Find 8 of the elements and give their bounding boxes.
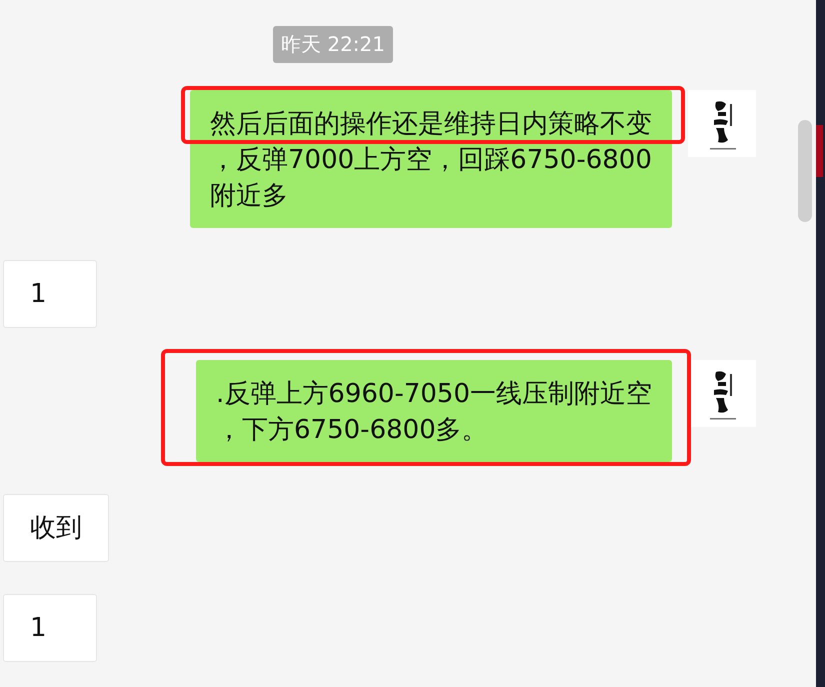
message-bubble: 1 — [3, 260, 97, 328]
timestamp: 昨天 22:21 — [273, 26, 393, 63]
message-bubble: 收到 — [3, 494, 109, 562]
message-bubble: 1 — [3, 594, 97, 662]
sidebar-highlight — [816, 125, 823, 177]
message-bubble: .反弹上方6960-7050一线压制附近空 ，下方6750-6800多。 — [196, 360, 672, 462]
message-bubble: 然后后面的操作还是维持日内策略不变 ，反弹7000上方空，回踩6750-6800 附近多 — [190, 90, 672, 228]
scrollbar[interactable] — [798, 120, 812, 222]
